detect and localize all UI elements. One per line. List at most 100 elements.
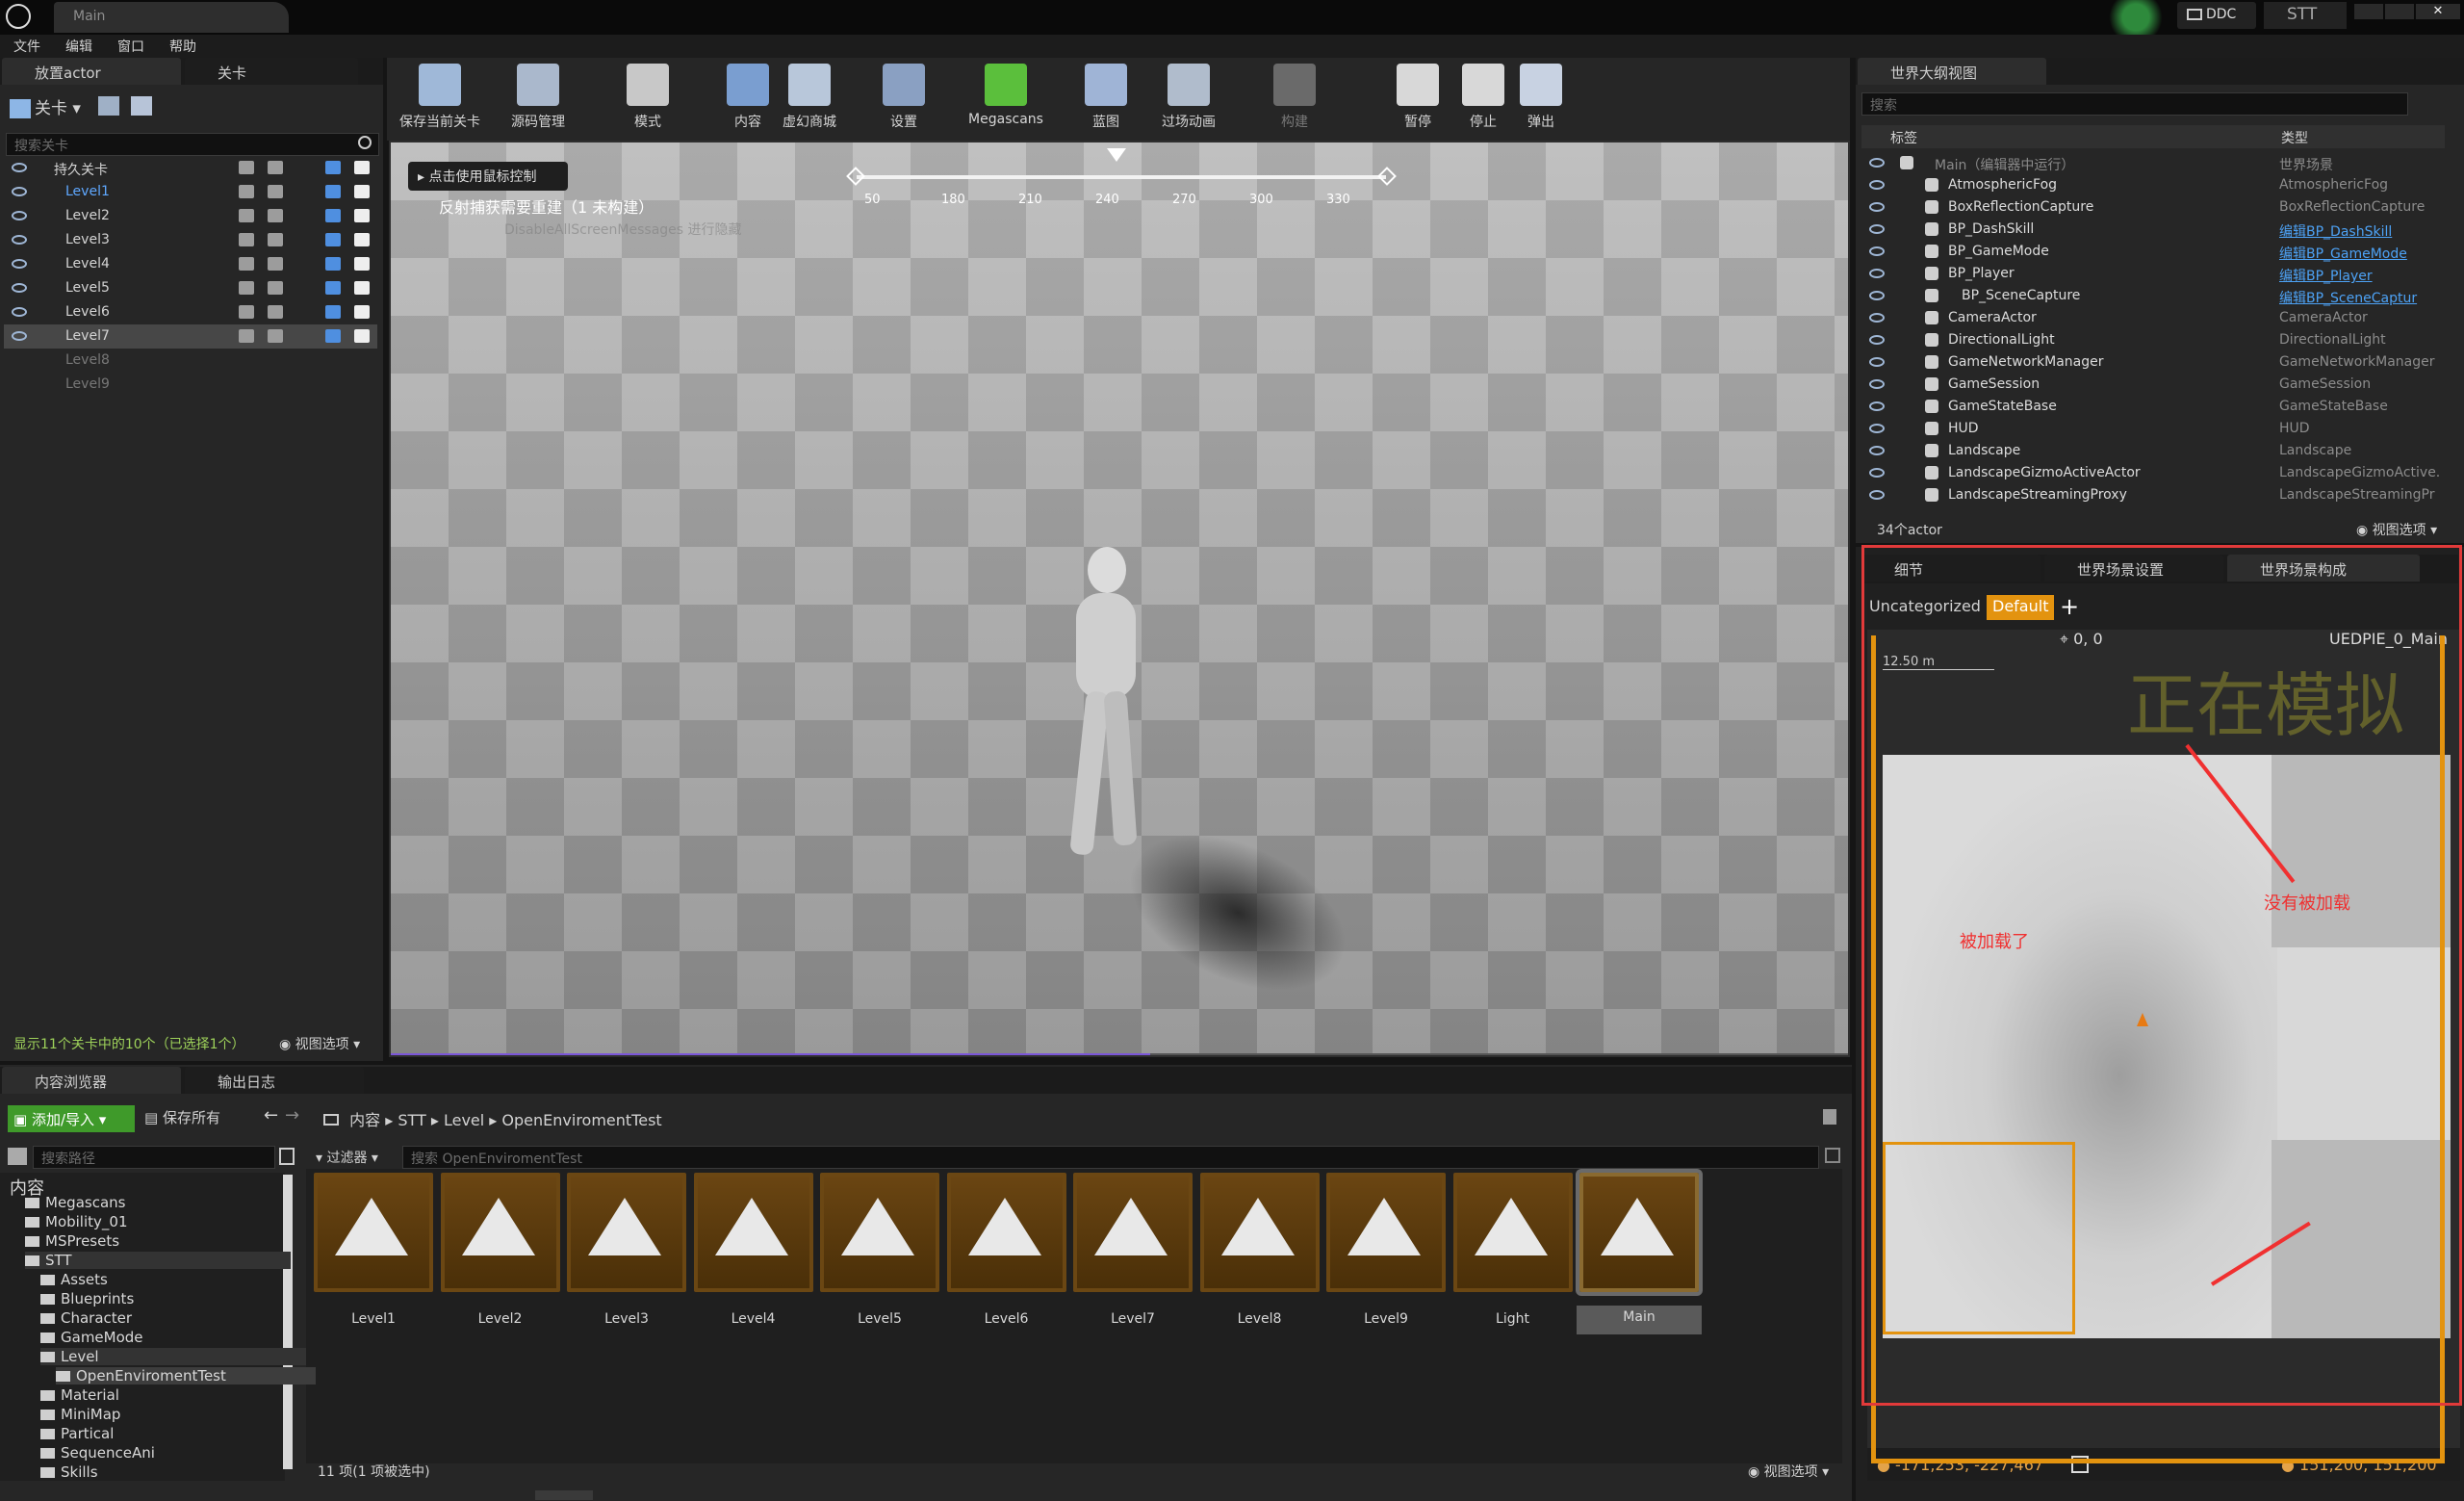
levels-action-icon[interactable] <box>98 96 119 116</box>
level-row[interactable]: Level5 <box>4 276 377 300</box>
outliner-row[interactable]: BP_Player 编辑BP_Player <box>1861 263 2445 285</box>
visibility-eye-icon[interactable] <box>12 283 27 293</box>
save-level-icon[interactable] <box>325 185 341 198</box>
filter-button[interactable]: ▾ 过滤器 ▾ <box>316 1148 378 1167</box>
level-color-icon[interactable] <box>354 305 370 319</box>
visibility-eye-icon[interactable] <box>12 163 27 172</box>
history-back-icon[interactable]: ← <box>264 1105 278 1126</box>
breadcrumb-stt[interactable]: STT <box>398 1111 425 1129</box>
ddc-indicator[interactable]: DDC <box>2177 2 2256 29</box>
outliner-row[interactable]: BP_DashSkill 编辑BP_DashSkill <box>1861 219 2445 241</box>
gamepad-icon[interactable] <box>268 209 283 222</box>
footer-scroll[interactable] <box>535 1490 593 1500</box>
visibility-eye-icon[interactable] <box>1869 269 1885 278</box>
viewport[interactable]: ▸ 点击使用鼠标控制 反射捕获需要重建（1 未构建） DisableAllScr… <box>389 141 1850 1057</box>
lock-icon[interactable] <box>239 257 254 271</box>
outliner-row[interactable]: GameSession GameSession <box>1861 374 2445 396</box>
tab-output-log[interactable]: 输出日志 <box>185 1067 364 1094</box>
visibility-eye-icon[interactable] <box>12 331 27 341</box>
save-level-icon[interactable] <box>325 233 341 246</box>
minimize-button[interactable] <box>2354 4 2383 19</box>
visibility-eye-icon[interactable] <box>1869 446 1885 455</box>
lock-icon[interactable] <box>239 209 254 222</box>
add-import-button[interactable]: ▣ 添加/导入 ▾ <box>8 1105 135 1132</box>
toolbar-save-button[interactable]: 保存当前关卡 <box>397 60 483 137</box>
outliner-row[interactable]: HUD HUD <box>1861 418 2445 440</box>
maximize-button[interactable] <box>2385 4 2414 19</box>
level-row[interactable]: Level2 <box>4 204 377 228</box>
menu-help[interactable]: 帮助 <box>169 37 196 56</box>
gamepad-icon[interactable] <box>268 281 283 295</box>
visibility-eye-icon[interactable] <box>12 187 27 196</box>
tab-outliner[interactable]: 世界大纲视图 <box>1858 58 2046 85</box>
toolbar-source-control-button[interactable]: 源码管理 <box>495 60 581 137</box>
outliner-row[interactable]: AtmosphericFog AtmosphericFog <box>1861 174 2445 196</box>
level-row[interactable]: 持久关卡 <box>4 156 377 180</box>
visibility-eye-icon[interactable] <box>1869 180 1885 190</box>
asset-thumbnail[interactable] <box>693 1173 813 1292</box>
gamepad-icon[interactable] <box>268 233 283 246</box>
gamepad-icon[interactable] <box>268 329 283 343</box>
levels-dropdown[interactable]: 关卡 ▾ <box>10 94 81 118</box>
asset-thumbnail[interactable] <box>440 1173 560 1292</box>
gamepad-icon[interactable] <box>268 305 283 319</box>
col-label-header[interactable]: 标签 <box>1890 128 1917 147</box>
level-color-icon[interactable] <box>354 161 370 174</box>
asset-thumbnail[interactable] <box>1199 1173 1320 1292</box>
outliner-row[interactable]: CameraActor CameraActor <box>1861 307 2445 329</box>
level-row[interactable]: Level4 <box>4 252 377 276</box>
visibility-eye-icon[interactable] <box>1869 335 1885 345</box>
save-level-icon[interactable] <box>325 329 341 343</box>
folder-tree-item[interactable]: Character <box>40 1309 132 1327</box>
levels-brush-icon[interactable] <box>131 96 152 116</box>
level-color-icon[interactable] <box>354 329 370 343</box>
asset-thumbnail[interactable] <box>314 1173 433 1292</box>
sources-icon[interactable] <box>8 1148 27 1165</box>
folder-tree-item[interactable]: MSPresets <box>25 1232 119 1250</box>
path-view-icon[interactable] <box>279 1148 295 1165</box>
gamepad-icon[interactable] <box>268 185 283 198</box>
folder-tree-item[interactable]: Material <box>40 1386 119 1404</box>
lock-icon[interactable] <box>239 329 254 343</box>
visibility-eye-icon[interactable] <box>1869 490 1885 500</box>
level-color-icon[interactable] <box>354 257 370 271</box>
edit-blueprint-link[interactable]: 编辑BP_Player <box>2279 266 2373 285</box>
toolbar-marketplace-button[interactable]: 虚幻商城 <box>766 60 853 137</box>
level-row[interactable]: Level9 <box>4 373 377 397</box>
path-search-input[interactable]: 搜索路径 <box>33 1146 275 1169</box>
folder-tree-item[interactable]: SequenceAni <box>40 1444 155 1462</box>
save-all-button[interactable]: ▤ 保存所有 <box>144 1107 220 1127</box>
outliner-row[interactable]: Main（编辑器中运行） 世界场景 <box>1861 152 2445 174</box>
asset-thumbnail[interactable] <box>1326 1173 1446 1292</box>
edit-blueprint-link[interactable]: 编辑BP_DashSkill <box>2279 221 2392 241</box>
levels-search-input[interactable]: 搜索关卡 <box>6 133 379 156</box>
asset-search-input[interactable]: 搜索 OpenEnviromentTest <box>402 1146 1819 1169</box>
visibility-eye-icon[interactable] <box>12 307 27 317</box>
outliner-row[interactable]: GameStateBase GameStateBase <box>1861 396 2445 418</box>
save-level-icon[interactable] <box>325 209 341 222</box>
folder-tree-item[interactable]: GameMode <box>40 1329 143 1346</box>
folder-tree-item[interactable]: Partical <box>40 1425 114 1442</box>
tab-levels[interactable]: 关卡 <box>185 58 358 85</box>
menu-edit[interactable]: 编辑 <box>65 37 92 56</box>
edit-blueprint-link[interactable]: 编辑BP_SceneCaptur <box>2279 288 2417 307</box>
outliner-search-input[interactable]: 搜索 <box>1861 92 2408 116</box>
folder-tree-item[interactable]: Megascans <box>25 1194 125 1211</box>
visibility-eye-icon[interactable] <box>1869 202 1885 212</box>
visibility-eye-icon[interactable] <box>1869 224 1885 234</box>
level-row[interactable]: Level7 <box>4 324 377 349</box>
save-level-icon[interactable] <box>325 281 341 295</box>
menu-window[interactable]: 窗口 <box>117 37 144 56</box>
toolbar-build-button[interactable]: 构建 <box>1251 60 1338 137</box>
visibility-eye-icon[interactable] <box>1869 313 1885 323</box>
asset-thumbnail[interactable] <box>820 1173 939 1292</box>
gamepad-icon[interactable] <box>268 161 283 174</box>
level-row[interactable]: Level3 <box>4 228 377 252</box>
save-level-icon[interactable] <box>325 161 341 174</box>
visibility-eye-icon[interactable] <box>1869 357 1885 367</box>
visibility-eye-icon[interactable] <box>12 211 27 220</box>
asset-thumbnail[interactable] <box>1073 1173 1193 1292</box>
asset-thumbnail[interactable] <box>1452 1173 1573 1292</box>
visibility-eye-icon[interactable] <box>1869 379 1885 389</box>
outliner-row[interactable]: LandscapeGizmoActiveActor LandscapeGizmoA… <box>1861 462 2445 484</box>
